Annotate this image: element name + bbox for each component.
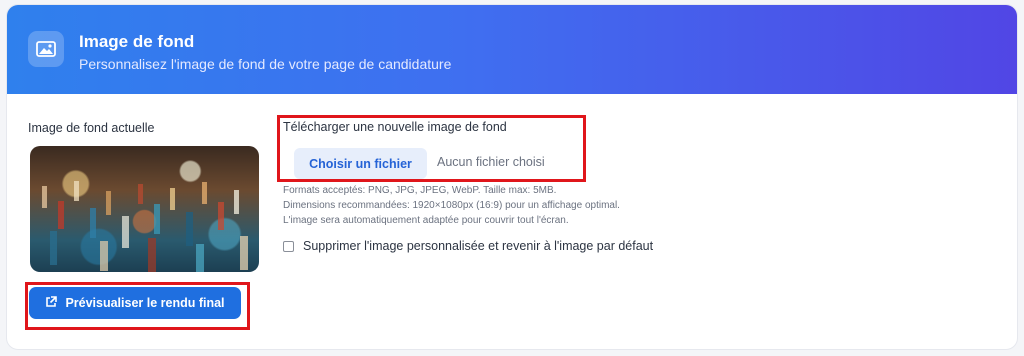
image-icon: [28, 31, 64, 67]
hint-cover: L'image sera automatiquement adaptée pou…: [283, 215, 569, 226]
preview-button-label: Prévisualiser le rendu final: [65, 296, 225, 310]
hint-formats: Formats acceptés: PNG, JPG, JPEG, WebP. …: [283, 185, 557, 196]
current-image-label: Image de fond actuelle: [28, 121, 155, 135]
choose-file-button[interactable]: Choisir un fichier: [294, 148, 427, 179]
external-link-icon: [45, 295, 58, 311]
file-status-text: Aucun fichier choisi: [437, 155, 545, 169]
card-title: Image de fond: [79, 32, 195, 51]
card-header: Image de fond Personnalisez l'image de f…: [7, 5, 1017, 94]
upload-label: Télécharger une nouvelle image de fond: [283, 120, 507, 134]
current-background-preview: [30, 146, 259, 272]
card-subtitle: Personnalisez l'image de fond de votre p…: [79, 56, 452, 72]
reset-image-checkbox[interactable]: [283, 240, 294, 252]
preview-final-render-button[interactable]: Prévisualiser le rendu final: [29, 287, 241, 319]
hint-dimensions: Dimensions recommandées: 1920×1080px (16…: [283, 200, 620, 211]
reset-image-option[interactable]: Supprimer l'image personnalisée et reven…: [283, 239, 653, 253]
reset-image-label: Supprimer l'image personnalisée et reven…: [303, 239, 654, 253]
